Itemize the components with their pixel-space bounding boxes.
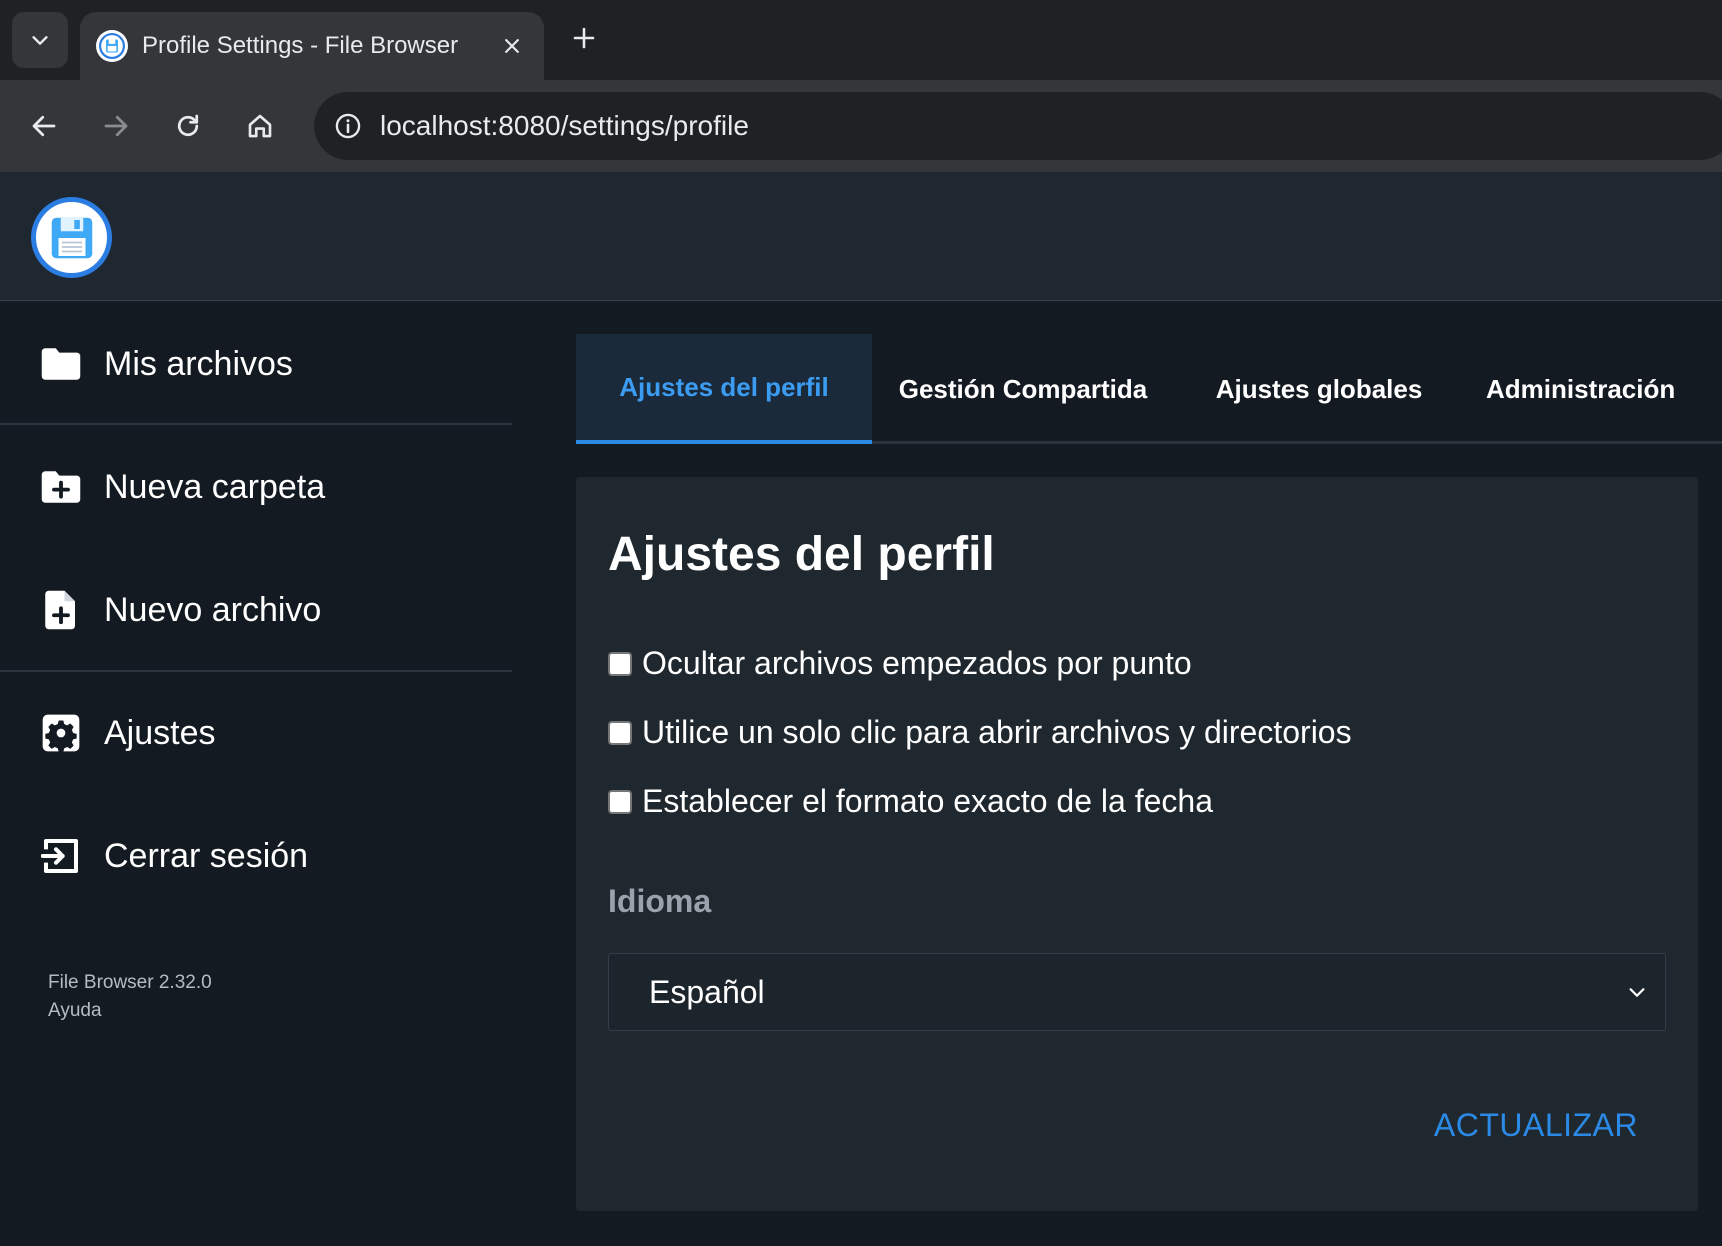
language-select[interactable]: Español — [608, 953, 1666, 1031]
address-bar[interactable]: localhost:8080/settings/profile — [314, 92, 1722, 160]
close-icon — [505, 39, 519, 53]
tab-title: Profile Settings - File Browser — [142, 32, 459, 59]
sidebar-item-settings[interactable]: Ajustes — [0, 693, 512, 773]
update-button[interactable]: ACTUALIZAR — [1434, 1107, 1638, 1144]
tab-close-button[interactable] — [496, 30, 528, 62]
page-title: Ajustes del perfil — [608, 528, 995, 581]
sidebar-item-my-files[interactable]: Mis archivos — [0, 324, 512, 404]
sidebar-item-label: Nueva carpeta — [104, 467, 326, 506]
single-click-checkbox[interactable] — [608, 720, 632, 745]
tab-profile-settings[interactable]: Ajustes del perfil — [576, 334, 872, 444]
sidebar-divider — [0, 670, 512, 672]
home-button[interactable] — [238, 104, 282, 148]
hide-dotfiles-option[interactable]: Ocultar archivos empezados por punto — [608, 645, 1192, 682]
chevron-down-icon — [32, 36, 48, 45]
sidebar-item-new-file[interactable]: Nuevo archivo — [0, 570, 512, 650]
new-tab-button[interactable] — [564, 18, 604, 58]
plus-icon — [573, 27, 595, 49]
arrow-right-icon — [104, 115, 128, 137]
settings-tabs: Ajustes del perfil Gestión Compartida Aj… — [576, 334, 1722, 444]
folder-plus-icon — [40, 466, 82, 508]
filebrowser-favicon-icon — [96, 30, 128, 62]
language-selected-value: Español — [649, 973, 765, 1010]
reload-icon — [177, 114, 199, 137]
sidebar-item-label: Cerrar sesión — [104, 836, 309, 875]
browser-tab[interactable]: Profile Settings - File Browser — [80, 12, 544, 80]
file-plus-icon — [40, 589, 82, 631]
browser-toolbar: localhost:8080/settings/profile — [0, 80, 1722, 172]
browser-tabstrip: Profile Settings - File Browser — [0, 0, 1722, 80]
tab-search-button[interactable] — [12, 12, 68, 68]
forward-button[interactable] — [94, 104, 138, 148]
checkbox-label: Ocultar archivos empezados por punto — [642, 645, 1192, 681]
gear-icon — [40, 712, 82, 754]
date-format-option[interactable]: Establecer el formato exacto de la fecha — [608, 783, 1213, 820]
hide-dotfiles-checkbox[interactable] — [608, 651, 632, 676]
home-icon — [248, 114, 272, 138]
app-header — [0, 172, 1722, 301]
back-button[interactable] — [22, 104, 66, 148]
url-text: localhost:8080/settings/profile — [380, 110, 749, 142]
tab-global-settings[interactable]: Ajustes globales — [1174, 334, 1464, 444]
folder-icon — [40, 343, 82, 385]
chevron-down-icon — [1617, 972, 1657, 1012]
sidebar-item-new-folder[interactable]: Nueva carpeta — [0, 447, 512, 527]
tab-share-management[interactable]: Gestión Compartida — [872, 334, 1174, 444]
checkbox-label: Establecer el formato exacto de la fecha — [642, 783, 1213, 819]
help-link[interactable]: Ayuda — [48, 1000, 102, 1022]
logout-icon — [40, 835, 82, 877]
url-host: localhost — [380, 110, 491, 141]
filebrowser-logo[interactable] — [31, 197, 112, 278]
sidebar-item-logout[interactable]: Cerrar sesión — [0, 816, 512, 896]
app-version: File Browser 2.32.0 — [48, 972, 212, 993]
url-path: :8080/settings/profile — [490, 110, 749, 141]
sidebar-item-label: Nuevo archivo — [104, 590, 322, 629]
sidebar-divider — [0, 423, 512, 425]
sidebar-item-label: Ajustes — [104, 713, 216, 752]
single-click-option[interactable]: Utilice un solo clic para abrir archivos… — [608, 714, 1352, 751]
arrow-left-icon — [32, 115, 56, 137]
site-info-button[interactable] — [328, 106, 368, 146]
floppy-disk-icon — [51, 217, 92, 258]
date-format-checkbox[interactable] — [608, 789, 632, 814]
info-icon — [335, 113, 361, 139]
checkbox-label: Utilice un solo clic para abrir archivos… — [642, 714, 1352, 750]
tab-user-management[interactable]: Administración — [1464, 334, 1722, 444]
language-label: Idioma — [608, 883, 712, 919]
sidebar-item-label: Mis archivos — [104, 344, 293, 383]
reload-button[interactable] — [166, 104, 210, 148]
profile-settings-card: Ajustes del perfil Ocultar archivos empe… — [576, 477, 1698, 1211]
